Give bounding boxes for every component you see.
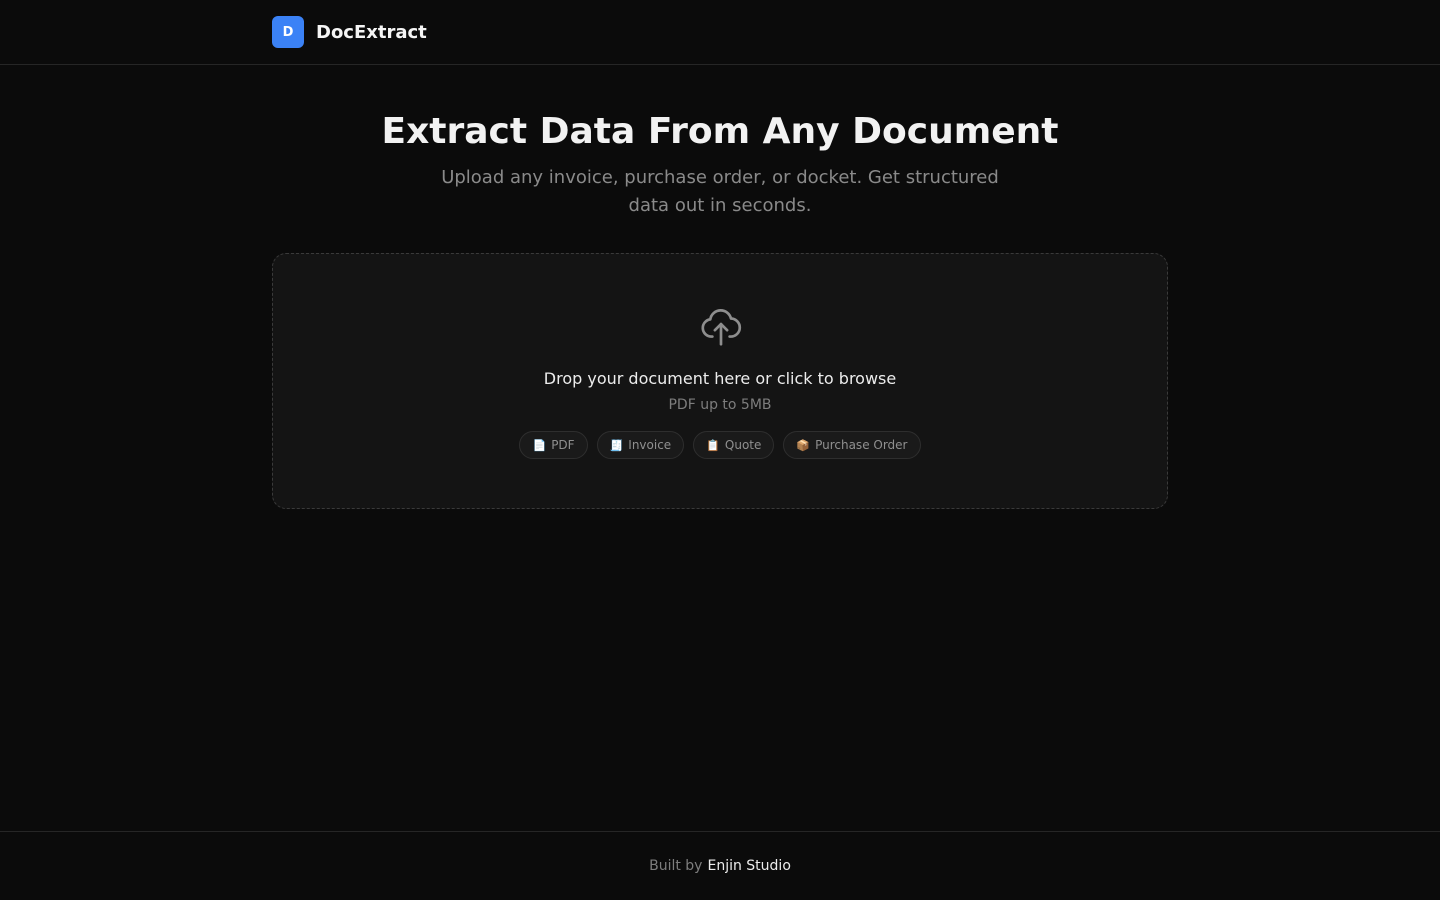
footer-credit-prefix: Built by bbox=[649, 858, 703, 874]
chip-invoice: 🧾 Invoice bbox=[596, 431, 685, 459]
clipboard-icon: 📋 bbox=[706, 438, 720, 452]
page-subtitle: Upload any invoice, purchase order, or d… bbox=[441, 167, 999, 216]
logo-badge: D bbox=[272, 16, 304, 48]
app-header: D DocExtract bbox=[0, 0, 1440, 65]
upload-cloud-icon bbox=[701, 309, 742, 346]
chip-label: Quote bbox=[724, 438, 762, 452]
document-icon: 📄 bbox=[532, 438, 547, 452]
chip-quote: 📋 Quote bbox=[693, 431, 775, 459]
document-type-chips: 📄 PDF 🧾 Invoice 📋 Quote 📦 Purchase Order bbox=[273, 431, 1167, 459]
chip-label: Invoice bbox=[628, 438, 672, 452]
footer-studio-link[interactable]: Enjin Studio bbox=[707, 858, 790, 874]
upload-dropzone[interactable]: Drop your document here or click to brow… bbox=[272, 253, 1168, 509]
brand[interactable]: D DocExtract bbox=[272, 16, 427, 48]
dropzone-title: Drop your document here or click to brow… bbox=[543, 369, 897, 388]
chip-pdf: 📄 PDF bbox=[519, 431, 588, 459]
chip-purchase-order: 📦 Purchase Order bbox=[783, 431, 921, 459]
receipt-icon: 🧾 bbox=[609, 438, 624, 452]
chip-label: PDF bbox=[551, 438, 575, 452]
page-title: Extract Data From Any Document bbox=[381, 111, 1059, 152]
app-footer: Built by Enjin Studio bbox=[0, 831, 1440, 900]
package-icon: 📦 bbox=[796, 438, 811, 452]
dropzone-hint: PDF up to 5MB bbox=[668, 397, 772, 413]
chip-label: Purchase Order bbox=[815, 438, 908, 452]
app-name: DocExtract bbox=[316, 21, 427, 43]
